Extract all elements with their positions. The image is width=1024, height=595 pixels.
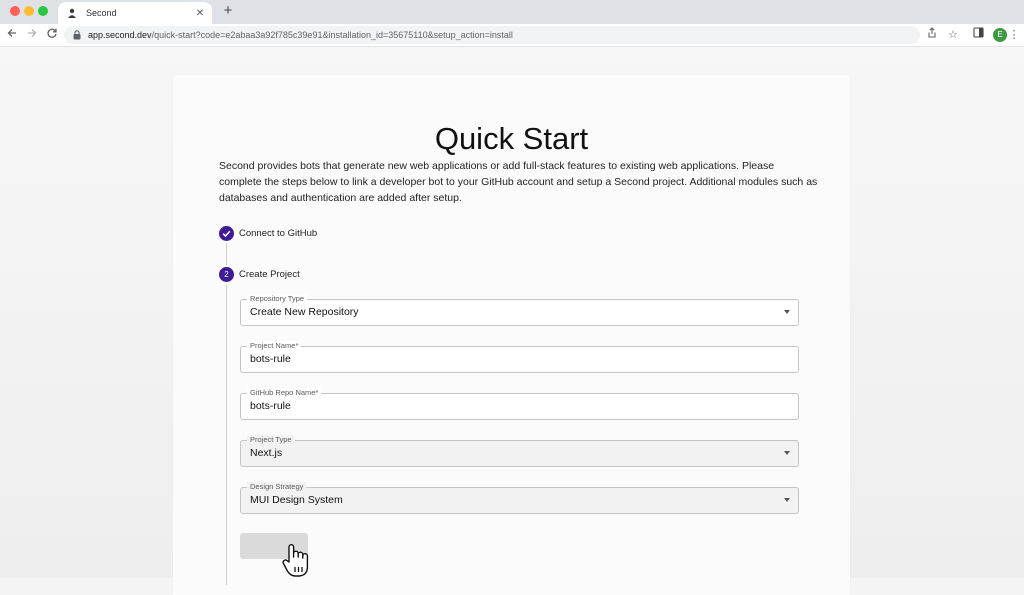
project-name-field[interactable]: Project Name* bots-rule	[240, 341, 799, 373]
step-create-project-label: Create Project	[239, 269, 300, 280]
forward-icon[interactable]	[24, 27, 40, 43]
design-strategy-label: Design Strategy	[247, 482, 307, 491]
github-repo-name-field[interactable]: GitHub Repo Name* bots-rule	[240, 388, 799, 420]
lock-icon[interactable]	[72, 29, 82, 41]
quick-start-card: Quick Start Second provides bots that ge…	[173, 75, 850, 595]
browser-toolbar: app.second.dev/quick-start?code=e2abaa3a…	[0, 24, 1024, 47]
new-tab-button[interactable]: +	[220, 3, 236, 19]
window-minimize-button[interactable]	[24, 6, 34, 16]
browser-tab[interactable]: Second ✕	[58, 2, 212, 24]
step-number-badge: 2	[219, 267, 234, 282]
profile-avatar[interactable]: E	[993, 28, 1007, 42]
browser-tabstrip: Second ✕ +	[0, 0, 1024, 24]
url-path: /quick-start?code=e2abaa3a92f785c39e91&i…	[151, 30, 513, 40]
sidepanel-icon[interactable]	[970, 27, 986, 43]
window-zoom-button[interactable]	[38, 6, 48, 16]
hand-cursor-icon	[282, 544, 309, 577]
back-icon[interactable]	[4, 27, 20, 43]
repository-type-label: Repository Type	[247, 294, 308, 303]
step-connector	[226, 243, 227, 265]
chevron-down-icon	[784, 451, 790, 455]
project-type-label: Project Type	[247, 435, 295, 444]
project-type-select[interactable]: Project Type Next.js	[240, 435, 799, 467]
design-strategy-value: MUI Design System	[250, 494, 343, 506]
url-text: app.second.dev/quick-start?code=e2abaa3a…	[88, 30, 513, 40]
address-bar[interactable]: app.second.dev/quick-start?code=e2abaa3a…	[64, 26, 920, 44]
chevron-down-icon	[784, 498, 790, 502]
menu-icon[interactable]: ⋮	[1007, 27, 1021, 43]
tab-close-icon[interactable]: ✕	[194, 7, 206, 19]
project-name-label: Project Name*	[247, 341, 302, 350]
share-icon[interactable]	[924, 27, 940, 43]
project-name-value: bots-rule	[250, 353, 291, 365]
github-repo-name-label: GitHub Repo Name*	[247, 388, 322, 397]
github-repo-name-value: bots-rule	[250, 400, 291, 412]
window-close-button[interactable]	[10, 6, 20, 16]
chevron-down-icon	[784, 310, 790, 314]
page-title: Quick Start	[434, 121, 589, 156]
repository-type-select[interactable]: Repository Type Create New Repository	[240, 294, 799, 326]
design-strategy-select[interactable]: Design Strategy MUI Design System	[240, 482, 799, 514]
project-type-value: Next.js	[250, 447, 283, 459]
url-host: app.second.dev	[88, 30, 152, 40]
favicon-icon	[66, 7, 78, 19]
tab-title: Second	[86, 8, 117, 18]
reload-icon[interactable]	[44, 27, 60, 43]
star-icon[interactable]: ☆	[945, 27, 961, 43]
repository-type-value: Create New Repository	[250, 306, 359, 318]
step-connect-github-label: Connect to GitHub	[239, 228, 318, 239]
check-icon	[219, 226, 234, 241]
intro-text: Second provides bots that generate new w…	[219, 160, 818, 204]
step-connector	[226, 285, 227, 585]
page-viewport: Quick Start Second provides bots that ge…	[0, 47, 1024, 595]
